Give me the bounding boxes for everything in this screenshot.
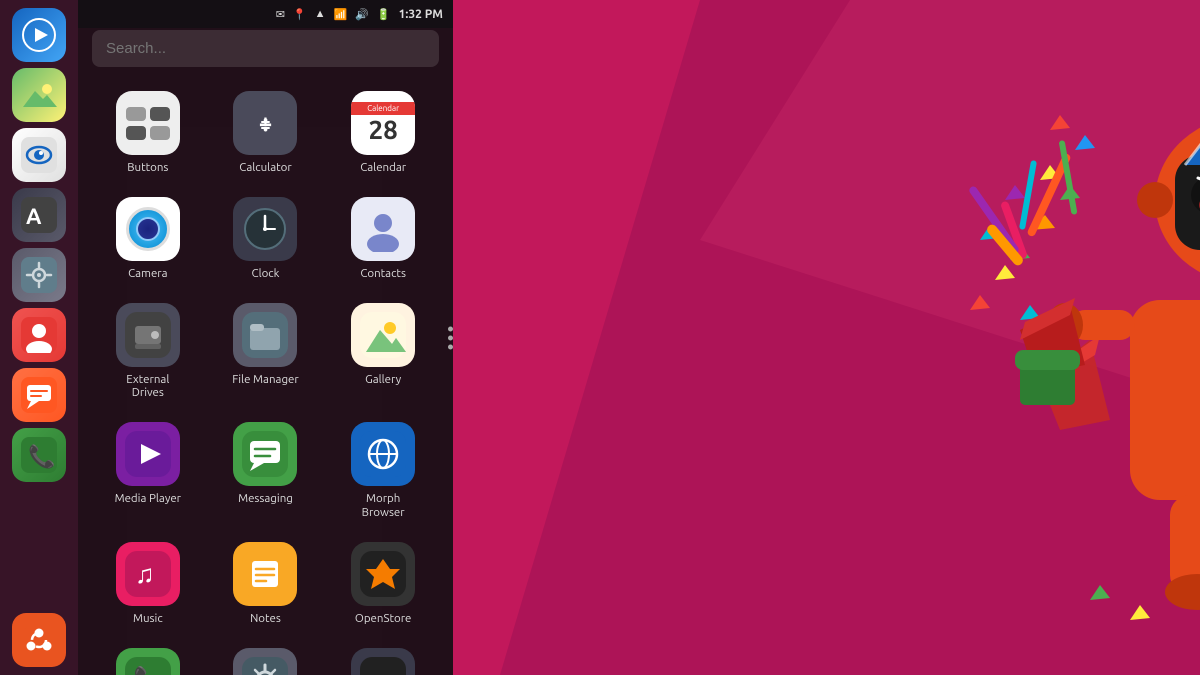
app-label-buttons: Buttons bbox=[127, 161, 168, 175]
app-label-openstore: OpenStore bbox=[355, 612, 412, 626]
app-icon-openstore bbox=[351, 542, 415, 606]
app-icon-buttons bbox=[116, 91, 180, 155]
sidebar-item-phone[interactable]: 📞 bbox=[12, 428, 66, 482]
svg-text:♫: ♫ bbox=[135, 559, 155, 588]
app-music[interactable]: ♫ Music bbox=[92, 534, 204, 634]
app-media-player[interactable]: Media Player bbox=[92, 414, 204, 528]
dots-menu[interactable] bbox=[448, 326, 1196, 349]
apps-grid: Buttons ÷ ± Calculator Calendar 28 Cal bbox=[78, 79, 453, 675]
app-openstore[interactable]: OpenStore bbox=[327, 534, 439, 634]
app-icon-terminal: >_ bbox=[351, 648, 415, 675]
app-label-contacts: Contacts bbox=[360, 267, 406, 281]
app-label-clock: Clock bbox=[252, 267, 280, 281]
app-buttons[interactable]: Buttons bbox=[92, 83, 204, 183]
sidebar-item-font[interactable]: A bbox=[12, 188, 66, 242]
location-icon: 📍 bbox=[293, 8, 307, 21]
app-icon-camera bbox=[116, 197, 180, 261]
wifi-icon: 📶 bbox=[334, 8, 348, 21]
app-icon-media-player bbox=[116, 422, 180, 486]
app-icon-calculator: ÷ ± bbox=[233, 91, 297, 155]
sidebar: A bbox=[0, 0, 78, 675]
dot-2 bbox=[448, 335, 453, 340]
app-icon-contacts bbox=[351, 197, 415, 261]
desktop: ✉ 📍 ▲ 📶 🔊 🔋 1:32 PM Buttons bbox=[0, 0, 1200, 675]
sidebar-item-eye[interactable] bbox=[12, 128, 66, 182]
app-label-messaging: Messaging bbox=[238, 492, 293, 506]
sidebar-item-messaging[interactable] bbox=[12, 368, 66, 422]
app-notes[interactable]: Notes bbox=[210, 534, 322, 634]
app-label-camera: Camera bbox=[128, 267, 168, 281]
app-label-notes: Notes bbox=[250, 612, 281, 626]
app-label-media-player: Media Player bbox=[115, 492, 181, 506]
app-label-morph-browser: Morph Browser bbox=[362, 492, 405, 520]
app-system-settings[interactable]: System Settings bbox=[210, 640, 322, 675]
svg-text:A: A bbox=[26, 204, 42, 229]
app-gallery[interactable]: Gallery bbox=[327, 295, 439, 409]
app-icon-ext-drives bbox=[116, 303, 180, 367]
app-label-ext-drives: External Drives bbox=[126, 373, 169, 401]
app-icon-morph bbox=[351, 422, 415, 486]
app-calendar[interactable]: Calendar 28 Calendar bbox=[327, 83, 439, 183]
app-icon-phone: 📞 bbox=[116, 648, 180, 675]
status-time: 1:32 PM bbox=[399, 8, 443, 21]
volume-icon: 🔊 bbox=[355, 8, 369, 21]
dot-1 bbox=[448, 326, 453, 331]
sidebar-item-address[interactable] bbox=[12, 308, 66, 362]
app-icon-calendar: Calendar 28 bbox=[351, 91, 415, 155]
app-file-manager[interactable]: File Manager bbox=[210, 295, 322, 409]
dot-3 bbox=[448, 344, 453, 349]
app-clock[interactable]: Clock bbox=[210, 189, 322, 289]
app-icon-system-settings bbox=[233, 648, 297, 675]
search-container bbox=[92, 30, 439, 67]
app-label-calendar: Calendar bbox=[360, 161, 406, 175]
sidebar-item-landscape[interactable] bbox=[12, 68, 66, 122]
status-bar: ✉ 📍 ▲ 📶 🔊 🔋 1:32 PM bbox=[78, 0, 453, 28]
app-icon-file-manager bbox=[233, 303, 297, 367]
sidebar-item-settings[interactable] bbox=[12, 248, 66, 302]
svg-text:📞: 📞 bbox=[28, 442, 56, 469]
app-icon-notes bbox=[233, 542, 297, 606]
app-label-calculator: Calculator bbox=[239, 161, 291, 175]
sidebar-item-ubuntu-home[interactable] bbox=[12, 613, 66, 667]
app-phone[interactable]: 📞 Phone bbox=[92, 640, 204, 675]
app-label-file-manager: File Manager bbox=[232, 373, 299, 387]
app-messaging[interactable]: Messaging bbox=[210, 414, 322, 528]
app-icon-clock bbox=[233, 197, 297, 261]
battery-icon: 🔋 bbox=[377, 8, 391, 21]
app-launcher: Buttons ÷ ± Calculator Calendar 28 Cal bbox=[78, 0, 453, 675]
network-icon: ▲ bbox=[315, 8, 326, 20]
app-icon-music: ♫ bbox=[116, 542, 180, 606]
app-label-gallery: Gallery bbox=[365, 373, 401, 387]
app-external-drives[interactable]: External Drives bbox=[92, 295, 204, 409]
app-label-music: Music bbox=[133, 612, 163, 626]
mail-icon: ✉ bbox=[276, 8, 285, 21]
search-input[interactable] bbox=[92, 30, 439, 67]
app-terminal[interactable]: >_ Terminal bbox=[327, 640, 439, 675]
app-icon-messaging bbox=[233, 422, 297, 486]
app-morph-browser[interactable]: Morph Browser bbox=[327, 414, 439, 528]
app-contacts[interactable]: Contacts bbox=[327, 189, 439, 289]
app-camera[interactable]: Camera bbox=[92, 189, 204, 289]
app-calculator[interactable]: ÷ ± Calculator bbox=[210, 83, 322, 183]
app-icon-gallery bbox=[351, 303, 415, 367]
sidebar-item-media[interactable] bbox=[12, 8, 66, 62]
svg-text:>_: >_ bbox=[368, 670, 388, 675]
